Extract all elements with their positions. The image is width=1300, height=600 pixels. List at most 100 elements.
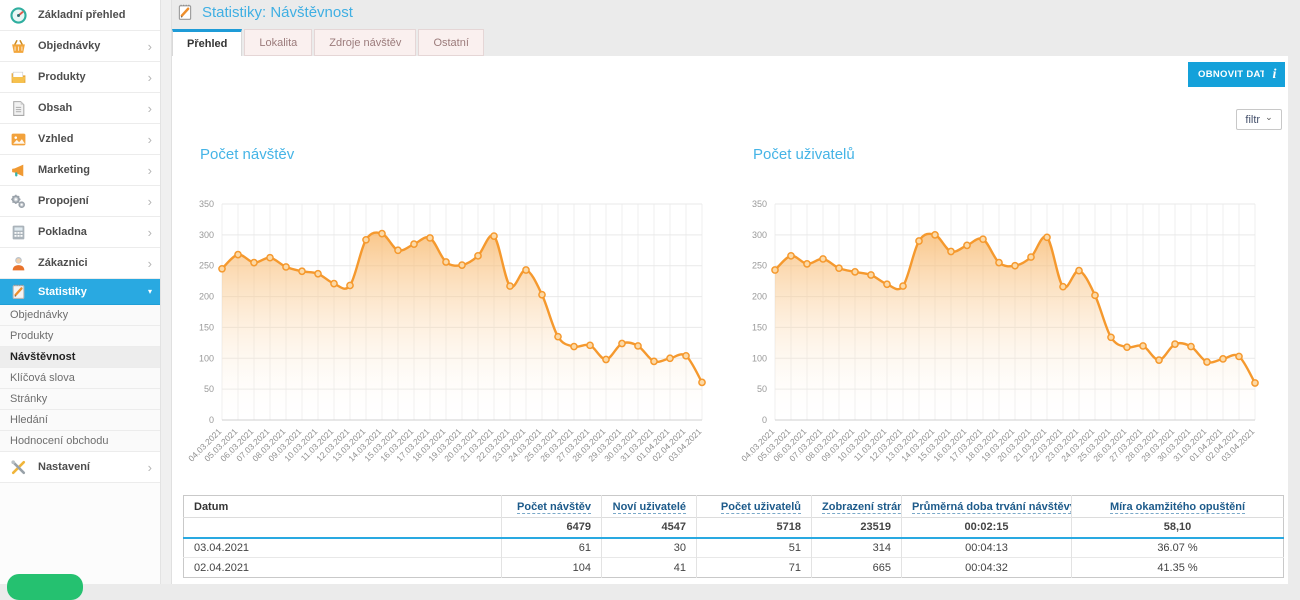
table-cell: 41: [602, 558, 697, 578]
tab-lokalita[interactable]: Lokalita: [244, 29, 312, 56]
svg-text:350: 350: [199, 199, 214, 209]
page-header: Statistiky: Návštěvnost: [176, 3, 353, 21]
table-cell: 51: [697, 538, 812, 558]
table-cell: 4547: [602, 518, 697, 538]
sidebar-item-vzhled[interactable]: Vzhled ›: [0, 124, 160, 155]
column-header: Datum: [184, 496, 502, 518]
svg-text:200: 200: [752, 292, 767, 302]
svg-text:150: 150: [199, 322, 214, 332]
table-cell: [184, 518, 502, 538]
sidebar-item-nastaveni[interactable]: Nastavení ›: [0, 452, 160, 483]
table-row: 03.04.202161305131400:04:1336.07 %: [184, 538, 1284, 558]
chevron-down-icon: ⌄: [1265, 112, 1273, 123]
table-cell: 104: [502, 558, 602, 578]
sortable-column-label[interactable]: Počet uživatelů: [721, 501, 801, 514]
sidebar-item-label: Hodnocení obchodu: [10, 435, 108, 447]
visits-chart-title: Počet návštěv: [200, 146, 733, 166]
svg-text:150: 150: [752, 322, 767, 332]
users-chart-title: Počet uživatelů: [753, 146, 1286, 166]
summary-row: 6479454757182351900:02:1558,10: [184, 518, 1284, 538]
stats-icon: [10, 283, 27, 300]
page-title: Statistiky: Návštěvnost: [202, 4, 353, 21]
sortable-column-label[interactable]: Noví uživatelé: [613, 501, 686, 514]
sidebar-item-label: Nastavení: [38, 461, 90, 473]
sidebar-subitem-navstevnost[interactable]: Návštěvnost: [0, 347, 160, 368]
sidebar-item-label: Objednávky: [10, 309, 68, 321]
sidebar-scrollbar[interactable]: [161, 0, 172, 584]
column-header: Míra okamžitého opuštění: [1072, 496, 1284, 518]
sidebar-subitem-hodnoceni-obchodu[interactable]: Hodnocení obchodu: [0, 431, 160, 452]
customer-icon: [10, 255, 27, 272]
sortable-column-label[interactable]: Míra okamžitého opuštění: [1110, 501, 1245, 514]
statistics-table: Datum Počet návštěv Noví uživatelé Počet už…: [183, 495, 1284, 578]
tab-prehled[interactable]: Přehled: [172, 29, 242, 56]
sidebar-subitem-objednavky[interactable]: Objednávky: [0, 305, 160, 326]
sidebar-item-label: Statistiky: [38, 286, 87, 298]
svg-text:100: 100: [199, 353, 214, 363]
sidebar-item-produkty[interactable]: Produkty ›: [0, 62, 160, 93]
svg-text:250: 250: [752, 261, 767, 271]
sidebar-nav: Základní přehledObjednávky›Produkty›Obsa…: [0, 0, 160, 483]
sidebar-item-label: Vzhled: [38, 133, 73, 145]
table-cell: 02.04.2021: [184, 558, 502, 578]
sidebar: Základní přehledObjednávky›Produkty›Obsa…: [0, 0, 161, 584]
sidebar-item-obsah[interactable]: Obsah ›: [0, 93, 160, 124]
svg-text:250: 250: [199, 261, 214, 271]
sidebar-item-zakladni-prehled[interactable]: Základní přehled: [0, 0, 160, 31]
sidebar-bottom-button[interactable]: [7, 574, 83, 600]
svg-text:200: 200: [199, 292, 214, 302]
note-pencil-icon: [176, 3, 194, 21]
table-cell: 71: [697, 558, 812, 578]
sidebar-item-objednavky[interactable]: Objednávky›: [0, 31, 160, 62]
chevron-right-icon: ›: [148, 461, 152, 474]
sidebar-item-propojeni[interactable]: Propojení›: [0, 186, 160, 217]
sidebar-subitem-klicova-slova[interactable]: Klíčová slova: [0, 368, 160, 389]
sidebar-item-label: Obsah: [38, 102, 72, 114]
main-content: Statistiky: Návštěvnost PřehledLokalitaZ…: [172, 0, 1300, 584]
sidebar-subitem-stranky[interactable]: Stránky: [0, 389, 160, 410]
sidebar-item-label: Pokladna: [38, 226, 87, 238]
folder-icon: [10, 69, 27, 86]
sortable-column-label[interactable]: Průměrná doba trvání návštěvy: [912, 501, 1072, 514]
sidebar-item-label: Objednávky: [38, 40, 100, 52]
calculator-icon: [10, 224, 27, 241]
content-panel: OBNOVIT DATA i filtr ⌄ Počet návštěv 050…: [172, 56, 1288, 584]
sidebar-item-zakaznici[interactable]: Zákaznici›: [0, 248, 160, 279]
table-cell: 23519: [812, 518, 902, 538]
table-cell: 6479: [502, 518, 602, 538]
gauge-icon: [10, 7, 27, 24]
column-header: Počet uživatelů: [697, 496, 812, 518]
column-header: Zobrazení stránek: [812, 496, 902, 518]
gears-icon: [10, 193, 27, 210]
column-header: Noví uživatelé: [602, 496, 697, 518]
chevron-right-icon: ›: [148, 102, 152, 115]
sidebar-item-marketing[interactable]: Marketing›: [0, 155, 160, 186]
column-header: Průměrná doba trvání návštěvy: [902, 496, 1072, 518]
sidebar-item-label: Produkty: [38, 71, 86, 83]
sidebar-item-label: Propojení: [38, 195, 89, 207]
sidebar-item-label: Stránky: [10, 393, 47, 405]
sidebar-item-label: Zákaznici: [38, 257, 88, 269]
chevron-right-icon: ›: [148, 226, 152, 239]
svg-text:50: 50: [757, 384, 767, 394]
sidebar-item-pokladna[interactable]: Pokladna ›: [0, 217, 160, 248]
tab-zdroje-navstev[interactable]: Zdroje návštěv: [314, 29, 416, 56]
basket-icon: [10, 38, 27, 55]
tools-icon: [10, 459, 27, 476]
chevron-right-icon: ›: [148, 71, 152, 84]
tab-ostatni[interactable]: Ostatní: [418, 29, 483, 56]
sidebar-item-label: Klíčová slova: [10, 372, 75, 384]
sortable-column-label[interactable]: Počet návštěv: [517, 501, 591, 514]
chevron-right-icon: ›: [148, 133, 152, 146]
filter-dropdown[interactable]: filtr ⌄: [1236, 109, 1282, 130]
sidebar-subitem-produkty[interactable]: Produkty: [0, 326, 160, 347]
info-button[interactable]: i: [1264, 62, 1285, 87]
sidebar-item-label: Hledání: [10, 414, 48, 426]
svg-text:50: 50: [204, 384, 214, 394]
tab-bar: PřehledLokalitaZdroje návštěvOstatní: [172, 29, 486, 56]
sidebar-subitem-hledani[interactable]: Hledání: [0, 410, 160, 431]
sortable-column-label[interactable]: Zobrazení stránek: [822, 501, 902, 514]
sidebar-item-statistiky[interactable]: Statistiky▾: [0, 279, 160, 305]
filter-label: filtr: [1245, 114, 1260, 126]
table-cell: 30: [602, 538, 697, 558]
